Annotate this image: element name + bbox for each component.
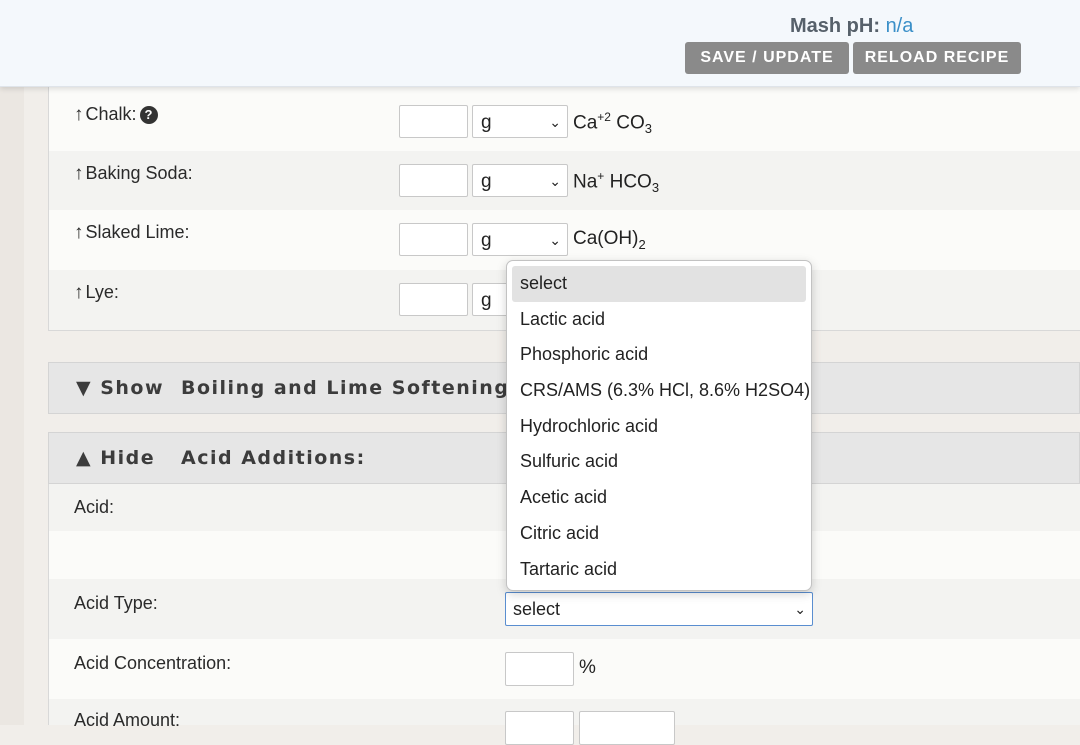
dropdown-option[interactable]: CRS/AMS (6.3% HCl, 8.6% H2SO4) (512, 373, 810, 409)
alkaline-label-text: Slaked Lime: (85, 222, 190, 242)
unit-value: g (481, 230, 492, 251)
dropdown-option[interactable]: Acetic acid (512, 480, 806, 516)
acid-type-select[interactable]: select ⌄ (505, 592, 813, 626)
alkaline-label: ↑ Slaked Lime: (74, 222, 190, 244)
unit-value: g (481, 112, 492, 133)
unit-value: g (481, 171, 492, 192)
alkaline-label-text: Chalk: (85, 104, 137, 124)
acid-concentration-label: Acid Concentration: (74, 653, 232, 673)
chemical-formula: Ca(OH)2 (573, 228, 646, 252)
alkaline-label-text: Lye: (85, 282, 119, 302)
help-icon[interactable]: ? (139, 106, 158, 124)
unit-value: g (481, 290, 492, 311)
amount-input[interactable] (399, 164, 468, 197)
up-arrow-icon: ↑ (74, 282, 84, 303)
acid-type-label: Acid Type: (74, 593, 158, 613)
left-gutter (0, 87, 24, 725)
section-title: Boiling and Lime Softening: (181, 377, 519, 399)
chemical-formula: Ca+2 CO3 (573, 110, 652, 137)
acid-concentration-input[interactable] (505, 652, 574, 686)
alkaline-label-text: Baking Soda: (85, 163, 193, 183)
unit-select[interactable]: g⌄ (472, 105, 568, 138)
chevron-down-icon: ⌄ (549, 173, 561, 189)
alkaline-label: ↑ Lye: (74, 282, 119, 304)
chemical-formula: Na+ HCO3 (573, 169, 660, 196)
acid-amount-label: Acid Amount: (74, 710, 181, 730)
dropdown-option[interactable]: Hydrochloric acid (512, 409, 806, 445)
up-arrow-icon: ↑ (74, 104, 84, 125)
chevron-down-icon: ⌄ (549, 114, 561, 130)
mash-ph-readout: Mash pH: n/a (790, 15, 913, 38)
unit-select[interactable]: g⌄ (472, 164, 568, 197)
amount-input[interactable] (399, 105, 468, 138)
alkaline-label: ↑ Chalk:? (74, 104, 158, 126)
amount-input[interactable] (399, 283, 468, 316)
section-title: Acid Additions: (181, 447, 366, 469)
header-bar: Mash pH: n/a SAVE / UPDATE RELOAD RECIPE (0, 0, 1080, 87)
dropdown-option[interactable]: Sulfuric acid (512, 444, 806, 480)
dropdown-option[interactable]: Lactic acid (512, 302, 806, 338)
acid-label: Acid: (74, 497, 115, 517)
reload-recipe-button[interactable]: RELOAD RECIPE (853, 42, 1021, 74)
dropdown-option[interactable]: Phosphoric acid (512, 337, 806, 373)
save-update-button[interactable]: SAVE / UPDATE (685, 42, 849, 74)
alkaline-label: ↑ Baking Soda: (74, 163, 193, 185)
mash-ph-label: Mash pH: (790, 15, 880, 37)
up-arrow-icon: ↑ (74, 222, 84, 243)
up-arrow-icon: ↑ (74, 163, 84, 184)
unit-select[interactable]: g⌄ (472, 223, 568, 256)
mash-ph-value: n/a (885, 15, 914, 37)
chevron-down-icon: ⌄ (549, 232, 561, 248)
acid-type-dropdown-list[interactable]: select Lactic acid Phosphoric acid CRS/AMS … (506, 260, 812, 591)
acid-amount-input[interactable] (505, 711, 574, 745)
show-toggle[interactable]: ▼ Show (76, 377, 164, 399)
chevron-down-icon: ⌄ (794, 601, 806, 617)
hide-toggle[interactable]: ▲ Hide (76, 447, 155, 469)
acid-amount-unit-select[interactable] (579, 711, 675, 745)
dropdown-option[interactable]: select (512, 266, 806, 302)
dropdown-option[interactable]: Tartaric acid (512, 552, 806, 588)
dropdown-option[interactable]: Citric acid (512, 516, 806, 552)
acid-type-value: select (513, 599, 561, 619)
percent-unit: % (579, 657, 596, 678)
amount-input[interactable] (399, 223, 468, 256)
